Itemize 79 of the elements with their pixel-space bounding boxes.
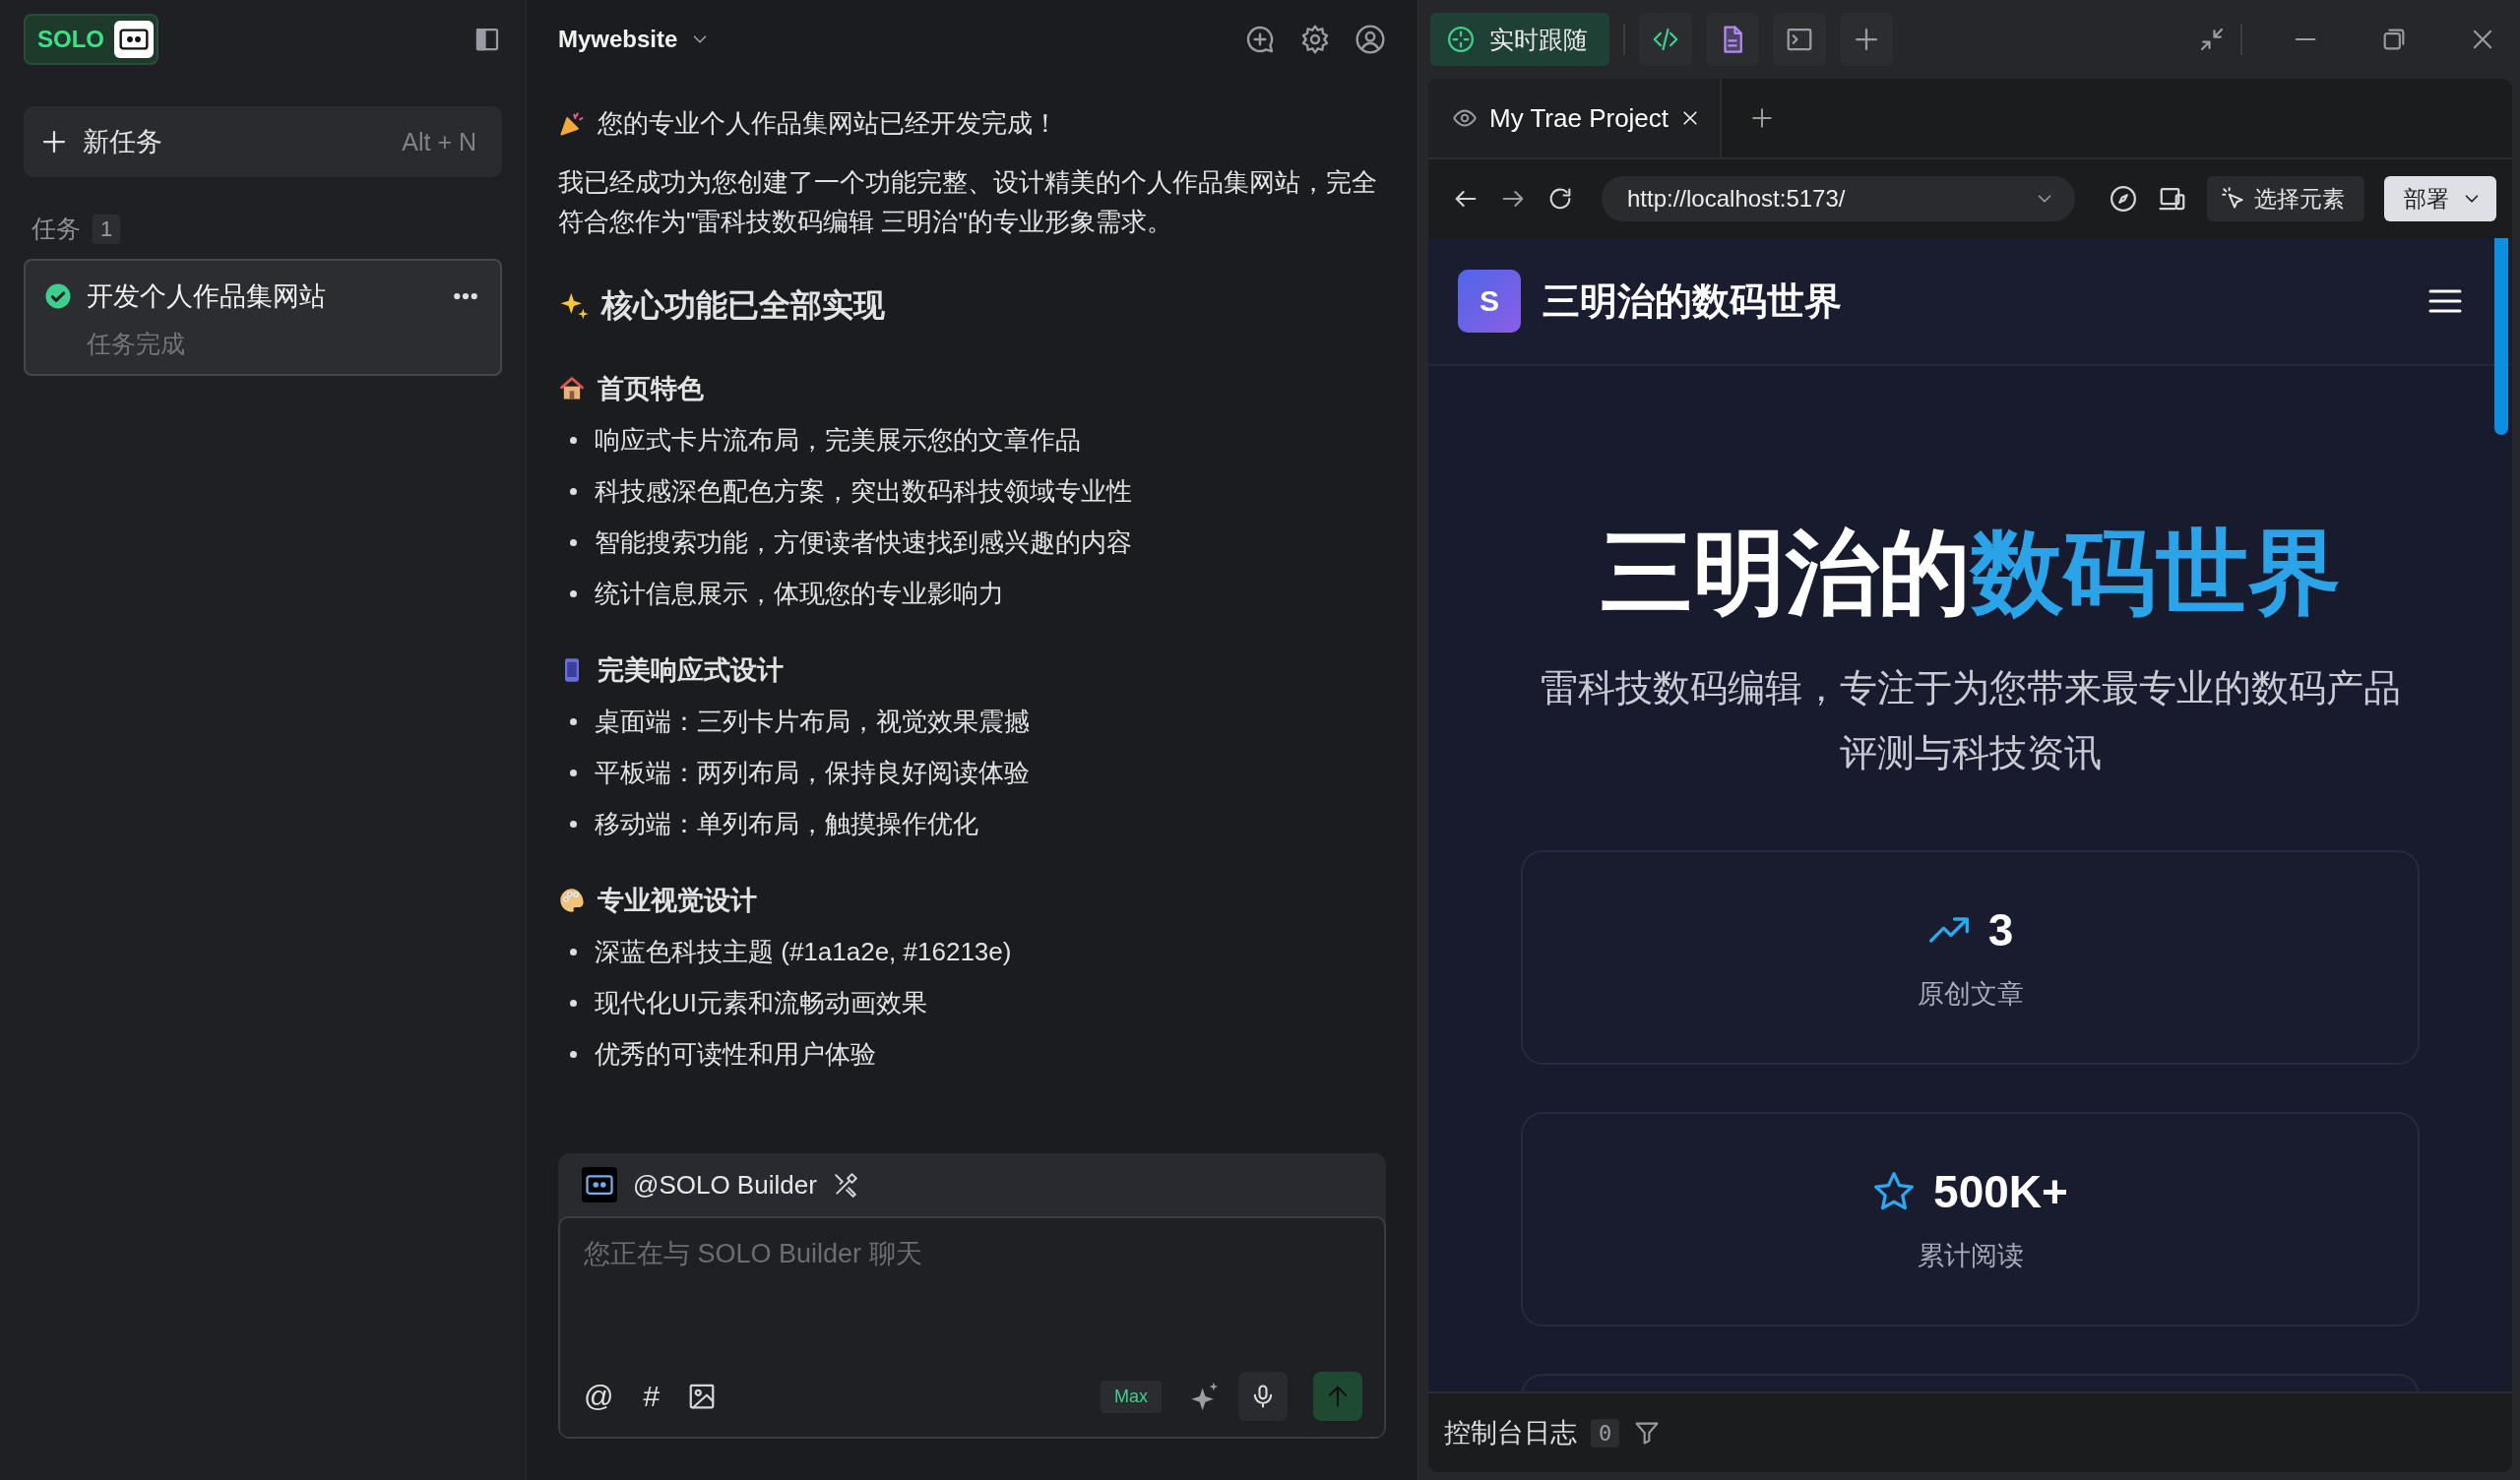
toolbar-button[interactable] — [1706, 13, 1759, 66]
subsection-heading: 专业视觉设计 — [598, 885, 757, 917]
deploy-button[interactable]: 部署 — [2384, 176, 2496, 221]
site-brand: 三明治的数码世界 — [1543, 278, 1842, 324]
task-card[interactable]: 开发个人作品集网站 任务完成 — [24, 259, 502, 376]
tasks-label: 任务 — [32, 214, 81, 244]
bullet-dot — [570, 1050, 577, 1058]
robot-icon — [582, 1167, 617, 1202]
intro-text: 您的专业个人作品集网站已经开发完成！ — [598, 107, 1058, 140]
task-count: 1 — [93, 214, 121, 244]
cursor-icon — [2221, 186, 2246, 212]
list-item: 平板端：两列布局，保持良好阅读体验 — [595, 757, 1030, 788]
chat-input-box[interactable]: 您正在与 SOLO Builder 聊天 @ # Max — [558, 1216, 1386, 1439]
bullet-dot — [570, 769, 577, 776]
section-heading: 核心功能已全部实现 — [601, 286, 885, 325]
bullet-dot — [570, 436, 577, 444]
new-task-label: 新任务 — [83, 126, 163, 158]
bullet-dot — [570, 589, 577, 597]
tab-label: My Trae Project — [1489, 102, 1670, 134]
stat-value: 3 — [1987, 903, 2014, 956]
account-icon[interactable] — [1354, 24, 1386, 55]
project-selector[interactable]: Mywebsite — [558, 26, 712, 53]
shortcut-hint: Alt + N — [402, 127, 476, 156]
toolbar-button[interactable] — [1773, 13, 1826, 66]
tools-icon — [832, 1172, 858, 1198]
site-logo: S — [1458, 270, 1521, 333]
mode-badge[interactable]: Max — [1101, 1380, 1162, 1413]
url-field[interactable]: http://localhost:5173/ — [1625, 184, 2034, 214]
hero-title: 三明治的数码世界 — [1600, 520, 2341, 626]
task-status: 任务完成 — [87, 329, 186, 359]
settings-icon[interactable] — [1299, 24, 1331, 55]
list-item: 响应式卡片流布局，完美展示您的文章作品 — [595, 424, 1081, 456]
bullet-dot — [570, 999, 577, 1007]
message-paragraph: 我已经成功为您创建了一个功能完整、设计精美的个人作品集网站，完全符合您作为"雷科技数码编辑 三明治"的专业形象需求。 — [558, 166, 1378, 238]
logo-text: SOLO — [37, 26, 104, 53]
subsection-heading: 完美响应式设计 — [598, 654, 784, 687]
bullet-dot — [570, 948, 577, 956]
select-element-button[interactable]: 选择元素 — [2207, 176, 2364, 221]
stat-label: 累计阅读 — [1917, 1240, 2024, 1272]
task-title: 开发个人作品集网站 — [87, 280, 327, 313]
hero-subtitle: 雷科技数码编辑，专注于为您带来最专业的数码产品评测与科技资讯 — [1539, 666, 2402, 775]
follow-button[interactable]: 实时跟随 — [1430, 13, 1609, 66]
bullet-dot — [570, 820, 577, 828]
party-popper-icon — [558, 109, 586, 138]
toolbar-button[interactable] — [1840, 13, 1893, 66]
list-item: 桌面端：三列卡片布局，视觉效果震撼 — [595, 706, 1030, 737]
subsection-heading: 首页特色 — [598, 373, 704, 405]
stat-label: 原创文章 — [1917, 978, 2024, 1011]
address-bar[interactable]: http://localhost:5173/ — [1602, 176, 2075, 221]
new-chat-icon[interactable] — [1244, 24, 1276, 55]
palette-icon — [558, 887, 586, 914]
list-item: 优秀的可读性和用户体验 — [595, 1038, 876, 1070]
crosshair-icon — [1446, 25, 1476, 54]
agent-name: @SOLO Builder — [633, 1169, 817, 1201]
microphone-button[interactable] — [1238, 1372, 1288, 1421]
house-icon — [558, 375, 586, 402]
log-count: 0 — [1591, 1418, 1620, 1448]
list-item: 移动端：单列布局，触摸操作优化 — [595, 808, 978, 839]
browser-tab[interactable]: My Trae Project — [1428, 79, 1723, 157]
toolbar-button[interactable] — [1639, 13, 1692, 66]
project-name: Mywebsite — [558, 26, 678, 53]
bullet-dot — [570, 487, 577, 495]
sparkles-icon — [558, 290, 590, 322]
robot-icon — [114, 21, 154, 58]
bullet-dot — [570, 538, 577, 546]
compass-icon[interactable] — [2109, 184, 2138, 214]
list-item: 深蓝色科技主题 (#1a1a2e, #16213e) — [595, 936, 1012, 967]
console-label: 控制台日志 — [1444, 1417, 1577, 1449]
stat-value: 500K+ — [1933, 1165, 2068, 1218]
bullet-dot — [570, 717, 577, 725]
list-item: 统计信息展示，体现您的专业影响力 — [595, 578, 1004, 609]
message-field[interactable]: 您正在与 SOLO Builder 聊天 — [582, 1230, 1362, 1372]
list-item: 智能搜索功能，方便读者快速找到感兴趣的内容 — [595, 526, 1132, 558]
list-item: 现代化UI元素和流畅动画效果 — [595, 987, 927, 1018]
scrollbar-thumb[interactable] — [2494, 238, 2508, 435]
insert-button[interactable]: # — [641, 1380, 662, 1413]
insert-button[interactable]: @ — [582, 1380, 616, 1413]
list-item: 科技感深色配色方案，突出数码科技领域专业性 — [595, 475, 1132, 507]
new-task-button[interactable]: 新任务 Alt + N — [24, 106, 502, 177]
